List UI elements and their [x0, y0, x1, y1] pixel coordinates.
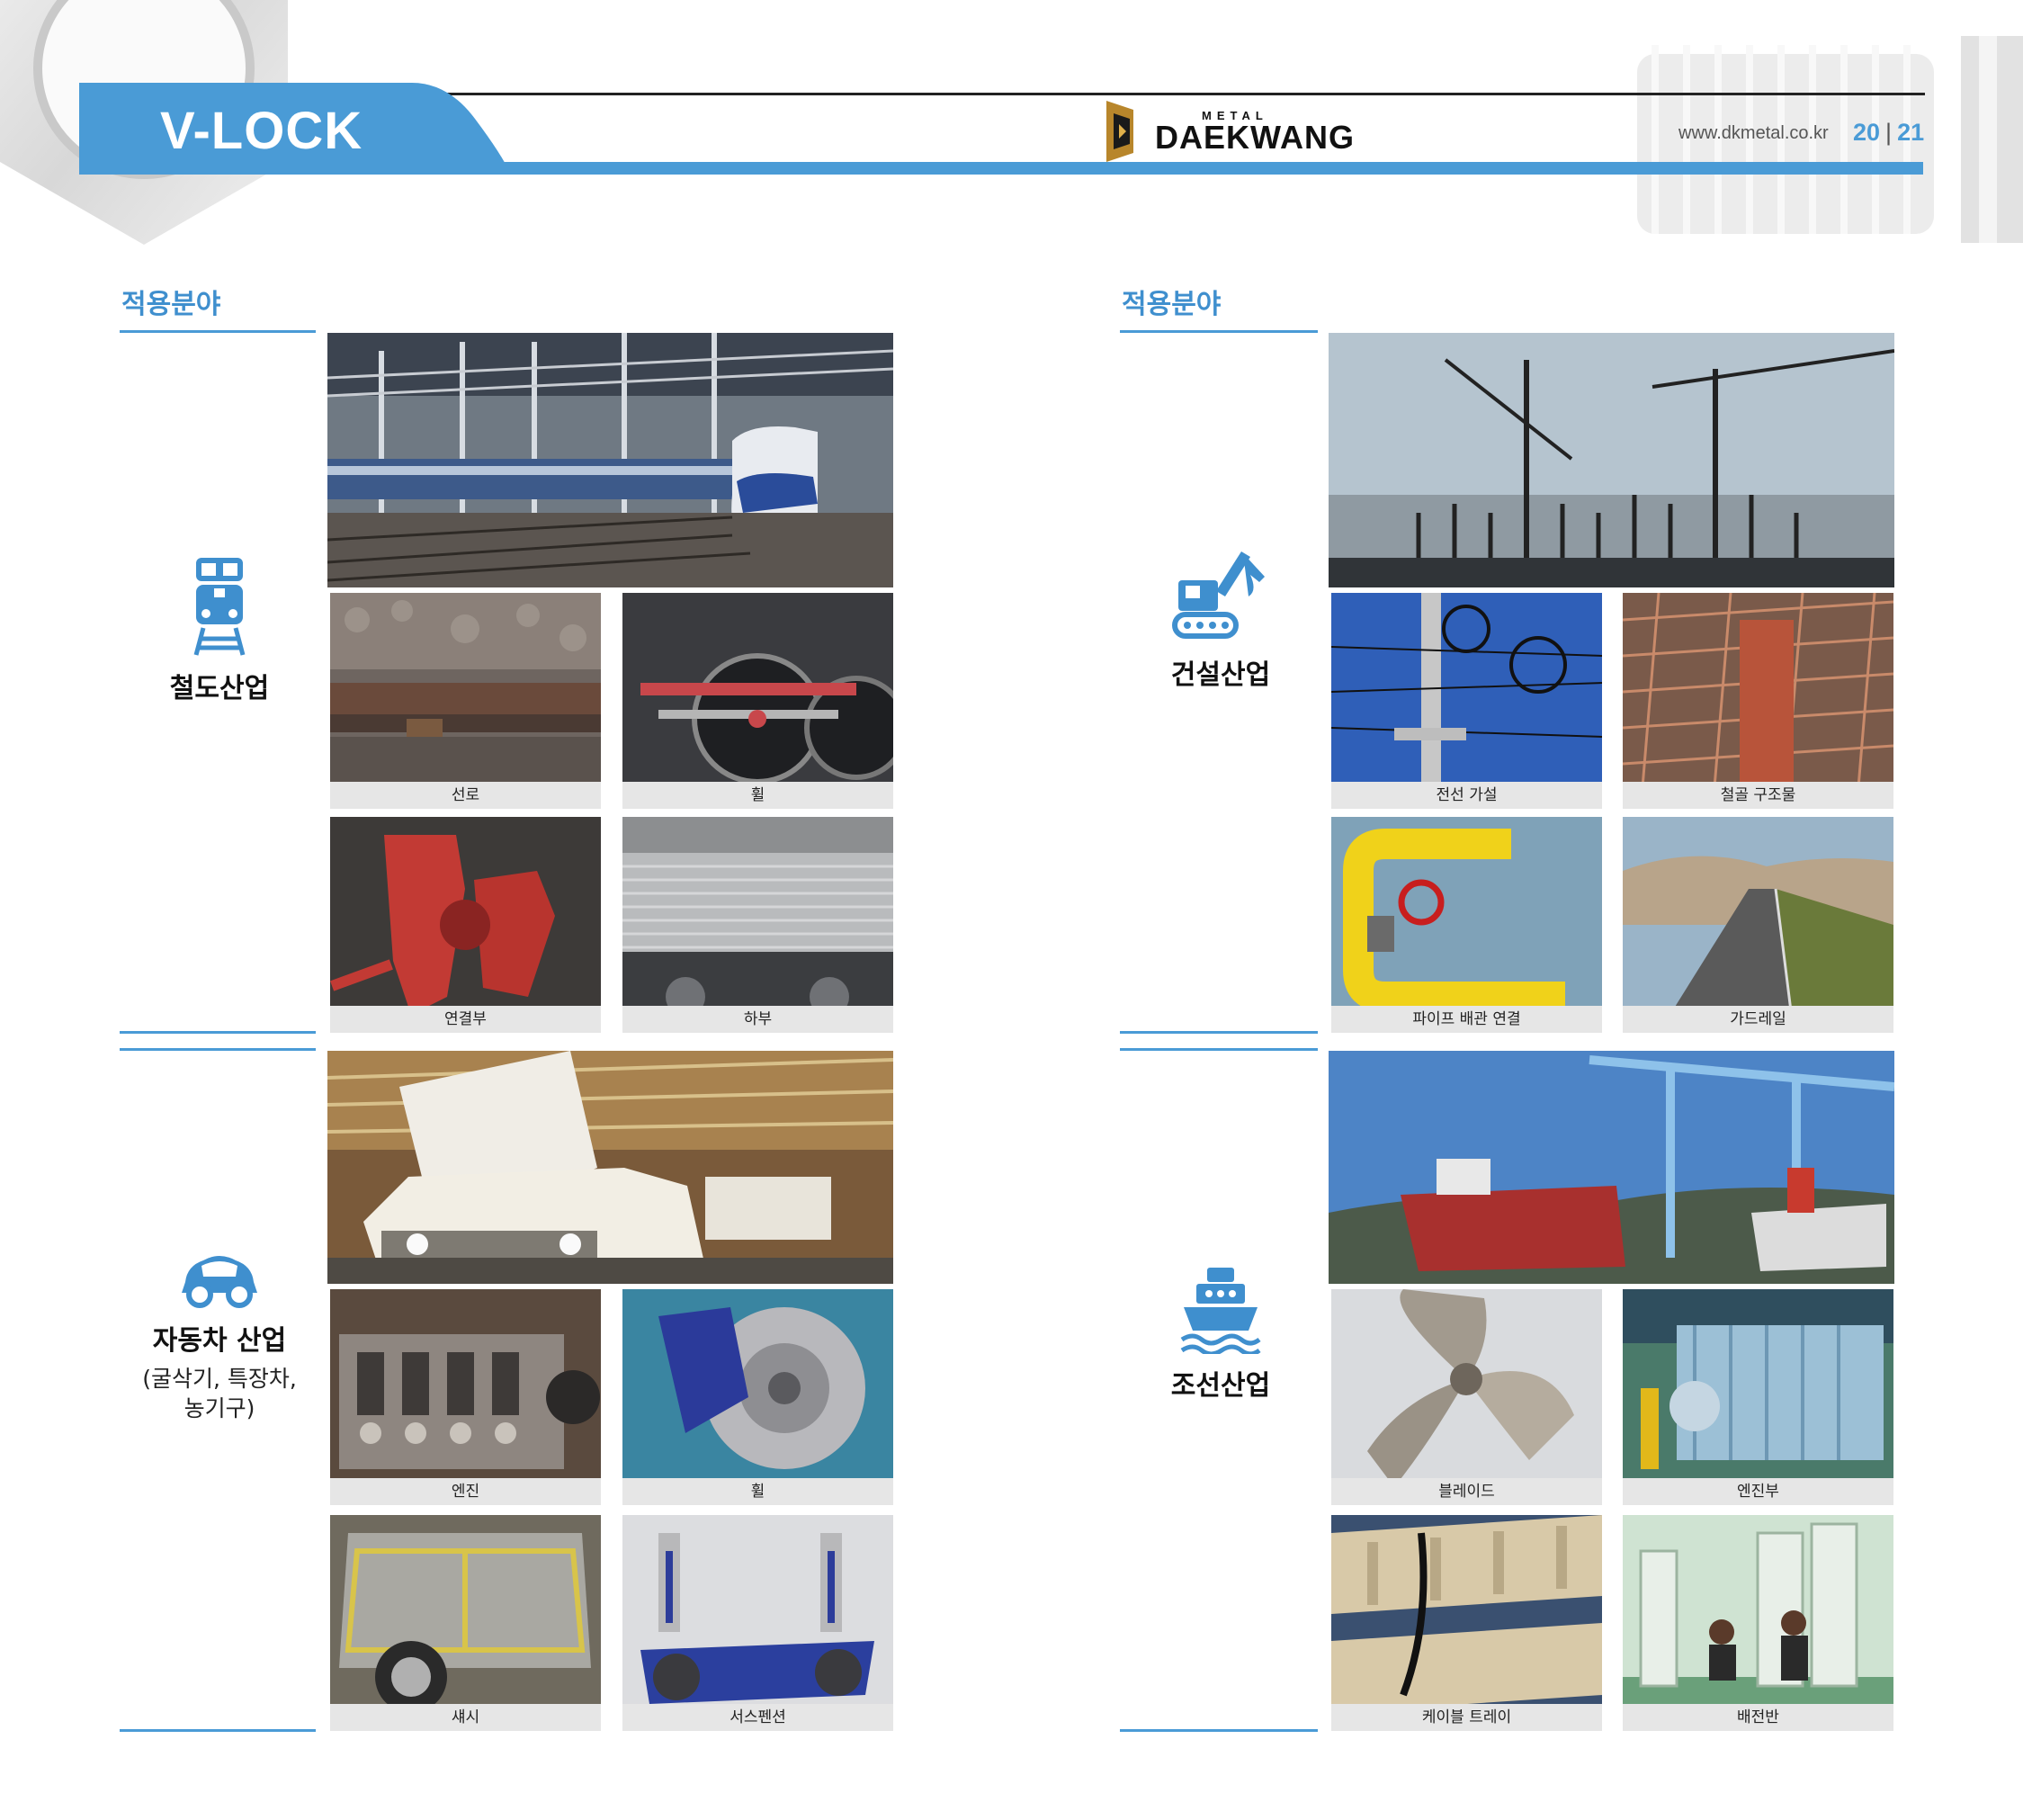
- automotive-sub-2: 농기구): [184, 1394, 255, 1421]
- photo-car-wheel: 휠: [622, 1289, 893, 1505]
- caption-chassis: 섀시: [330, 1704, 601, 1731]
- automotive-main-photo: [327, 1051, 893, 1284]
- caption-car-wheel: 휠: [622, 1478, 893, 1505]
- photo-propeller: 블레이드: [1331, 1289, 1602, 1505]
- photo-cable-tray: 케이블 트레이: [1331, 1515, 1602, 1731]
- ship-icon: [1180, 1268, 1261, 1354]
- photo-track: 선로: [330, 593, 601, 809]
- page-left: 20: [1853, 119, 1881, 146]
- caption-engine: 엔진: [330, 1478, 601, 1505]
- construction-name: 건설산업: [1170, 659, 1271, 691]
- automotive-sub-1: (굴삭기, 특장차,: [142, 1366, 297, 1392]
- caption-pipe: 파이프 배관 연결: [1331, 1006, 1602, 1033]
- caption-undercarriage: 하부: [622, 1006, 893, 1033]
- caption-marine-engine: 엔진부: [1623, 1478, 1893, 1505]
- left-section-title: 적용분야: [121, 289, 221, 320]
- photo-undercarriage: 하부: [622, 817, 893, 1033]
- photo-guardrail: 가드레일: [1623, 817, 1893, 1033]
- shipbuilding-main-photo: [1329, 1051, 1894, 1284]
- caption-guardrail: 가드레일: [1623, 1006, 1893, 1033]
- photo-steel-structure: 철골 구조물: [1623, 593, 1893, 809]
- railway-name: 철도산업: [169, 673, 270, 704]
- left-rule-mid-a: [120, 1031, 316, 1034]
- train-icon: [193, 558, 246, 656]
- photo-marine-engine: 엔진부: [1623, 1289, 1893, 1505]
- photo-pipe: 파이프 배관 연결: [1331, 817, 1602, 1033]
- excavator-icon: [1172, 551, 1265, 639]
- photo-engine: 엔진: [330, 1289, 601, 1505]
- caption-coupler: 연결부: [330, 1006, 601, 1033]
- website-url[interactable]: www.dkmetal.co.kr: [1678, 123, 1829, 144]
- left-section-rule: [120, 330, 316, 333]
- photo-suspension: 서스펜션: [622, 1515, 893, 1731]
- photo-coupler: 연결부: [330, 817, 601, 1033]
- page-numbers: 20 | 21: [1853, 119, 1924, 147]
- caption-propeller: 블레이드: [1331, 1478, 1602, 1505]
- right-rule-bottom: [1120, 1729, 1318, 1732]
- caption-switchboard: 배전반: [1623, 1704, 1893, 1731]
- construction-main-photo: [1329, 333, 1894, 587]
- photo-train-wheel: 휠: [622, 593, 893, 809]
- page-right: 21: [1897, 119, 1925, 146]
- daekwang-logo-icon: [1106, 101, 1133, 162]
- automotive-name: 자동차 산업: [152, 1325, 287, 1357]
- construction-label: 건설산업: [1113, 544, 1329, 692]
- right-section-title: 적용분야: [1122, 289, 1222, 320]
- caption-train-wheel: 휠: [622, 782, 893, 809]
- brochure-title: V-LOCK: [160, 102, 363, 160]
- right-rule-mid-b: [1120, 1048, 1318, 1051]
- railway-label: 철도산업: [112, 558, 327, 705]
- header-rule: [405, 93, 1925, 95]
- shipbuilding-label: 조선산업: [1113, 1264, 1329, 1403]
- page-separator: |: [1885, 119, 1893, 146]
- right-section-rule: [1120, 330, 1318, 333]
- left-rule-mid-b: [120, 1048, 316, 1051]
- photo-switchboard: 배전반: [1623, 1515, 1893, 1731]
- company-logo: METAL DAEKWANG: [1106, 101, 1355, 162]
- caption-cable-tray: 케이블 트레이: [1331, 1704, 1602, 1731]
- photo-chassis: 섀시: [330, 1515, 601, 1731]
- logo-text: DAEKWANG: [1155, 118, 1355, 156]
- photo-power-line: 전선 가설: [1331, 593, 1602, 809]
- right-rule-mid-a: [1120, 1031, 1318, 1034]
- caption-steel-structure: 철골 구조물: [1623, 782, 1893, 809]
- car-icon: [182, 1256, 257, 1308]
- shipbuilding-name: 조선산업: [1170, 1370, 1271, 1402]
- railway-main-photo: [327, 333, 893, 587]
- caption-power-line: 전선 가설: [1331, 782, 1602, 809]
- automotive-label: 자동차 산업 (굴삭기, 특장차, 농기구): [112, 1246, 327, 1423]
- caption-track: 선로: [330, 782, 601, 809]
- left-rule-bottom: [120, 1729, 316, 1732]
- caption-suspension: 서스펜션: [622, 1704, 893, 1731]
